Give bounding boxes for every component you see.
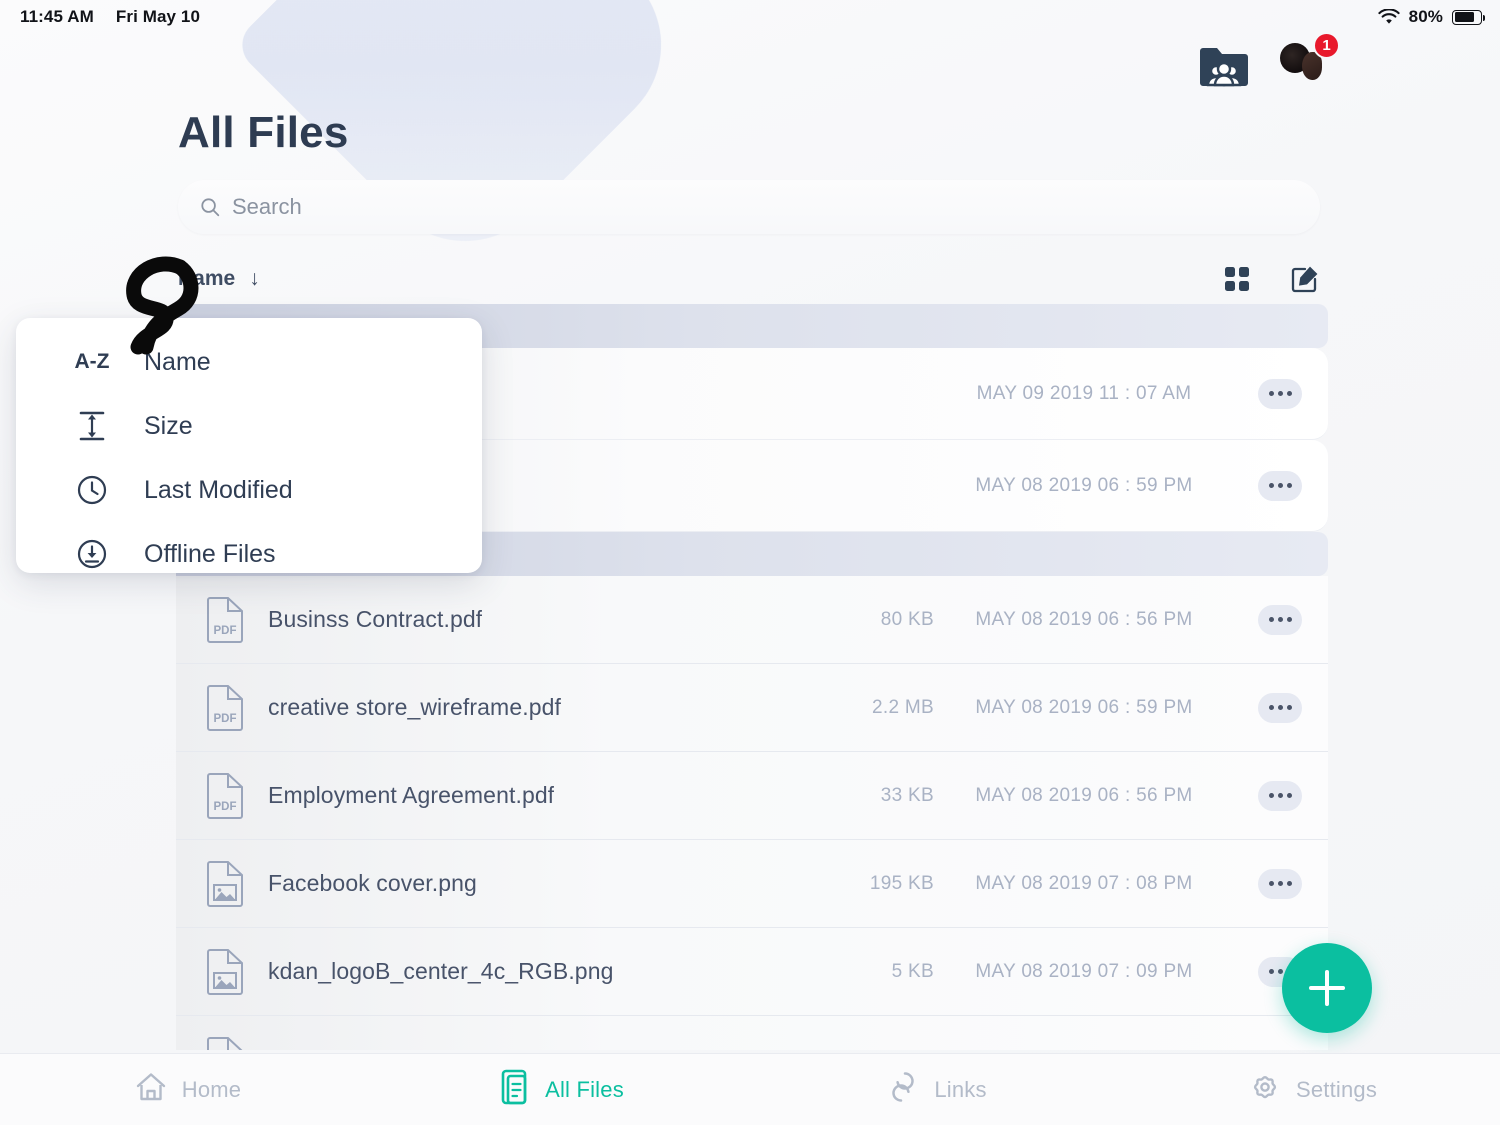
tab-settings[interactable]: Settings — [1125, 1054, 1500, 1125]
table-row[interactable]: PDF creative store_wireframe.pdf 2.2 MB … — [176, 664, 1328, 752]
status-date: Fri May 10 — [115, 7, 201, 26]
notification-badge: 1 — [1313, 32, 1340, 59]
status-bar: 11:45 AM Fri May 10 80% — [0, 0, 1500, 34]
tab-label: Links — [934, 1076, 987, 1102]
size-arrows-icon — [72, 410, 112, 442]
file-size: 80 KB — [880, 608, 934, 630]
file-size: 33 KB — [880, 784, 934, 806]
file-date: MAY 08 2019 06 : 56 PM — [975, 608, 1193, 630]
more-options-icon[interactable] — [1258, 868, 1302, 899]
link-icon — [888, 1069, 920, 1110]
tab-label: Home — [181, 1076, 242, 1102]
sort-label: Name — [178, 267, 236, 290]
sort-button[interactable]: Name ↓ — [178, 267, 260, 291]
file-date: MAY 08 2019 06 : 59 PM — [975, 696, 1193, 718]
file-name: Businss Contract.pdf — [268, 606, 483, 632]
file-date: MAY 09 2019 11 : 07 AM — [976, 382, 1192, 404]
files-icon — [501, 1069, 531, 1110]
file-icon — [206, 1036, 244, 1050]
pdf-file-icon: PDF — [206, 596, 244, 643]
svg-text:PDF: PDF — [214, 713, 237, 725]
gear-icon — [1248, 1070, 1282, 1109]
table-row[interactable]: PDF Employment Agreement.pdf 33 KB MAY 0… — [176, 752, 1328, 840]
search-input[interactable] — [232, 194, 1298, 220]
more-options-icon[interactable] — [1258, 378, 1302, 409]
arrow-down-icon: ↓ — [249, 267, 260, 290]
table-row[interactable]: Facebook cover.png 195 KB MAY 08 2019 07… — [176, 840, 1328, 928]
file-size: 5 KB — [891, 960, 934, 982]
svg-text:PDF: PDF — [214, 625, 237, 637]
page-title: All Files — [178, 108, 349, 157]
home-icon — [134, 1070, 168, 1109]
list-header-bar: Name ↓ — [178, 256, 1320, 302]
more-options-icon[interactable] — [1258, 780, 1302, 811]
sort-menu-item-label: Offline Files — [144, 539, 276, 568]
grid-view-icon[interactable] — [1224, 266, 1250, 292]
bottom-nav: Home All Files Links Settings — [0, 1053, 1500, 1125]
sort-menu-item-name[interactable]: A-Z Name — [16, 330, 482, 394]
sort-menu: A-Z Name Size Last Modified Offline File… — [16, 318, 482, 573]
image-file-icon — [206, 860, 244, 907]
more-options-icon[interactable] — [1258, 692, 1302, 723]
table-row[interactable]: kdan_logoB_center_4c_RGB.png 5 KB MAY 08… — [176, 928, 1328, 1016]
header-actions: 1 — [1198, 32, 1340, 94]
search-icon — [200, 197, 220, 217]
more-options-icon[interactable] — [1258, 470, 1302, 501]
battery-percent: 80% — [1408, 7, 1443, 26]
pdf-file-icon: PDF — [206, 772, 244, 819]
avatar[interactable]: 1 — [1276, 32, 1340, 94]
file-name: Facebook cover.png — [268, 870, 477, 896]
add-button[interactable] — [1282, 943, 1372, 1033]
tab-label: Settings — [1295, 1076, 1378, 1102]
svg-text:PDF: PDF — [214, 801, 237, 813]
table-row[interactable] — [176, 1016, 1328, 1050]
tab-home[interactable]: Home — [0, 1054, 375, 1125]
sort-menu-item-label: Name — [144, 347, 211, 376]
search-bar[interactable] — [178, 180, 1320, 234]
sort-menu-item-label: Last Modified — [144, 475, 293, 504]
app-root: 11:45 AM Fri May 10 80% 1 All Files Sear… — [0, 0, 1500, 1125]
file-date: MAY 08 2019 07 : 09 PM — [975, 960, 1193, 982]
status-time: 11:45 AM — [20, 7, 94, 26]
a-z-icon: A-Z — [74, 350, 110, 373]
image-file-icon — [206, 948, 244, 995]
download-circle-icon — [72, 539, 112, 569]
sort-menu-item-size[interactable]: Size — [16, 394, 482, 458]
file-size: 2.2 MB — [872, 696, 934, 718]
wifi-icon — [1378, 8, 1400, 25]
file-name: kdan_logoB_center_4c_RGB.png — [268, 958, 614, 984]
tab-label: All Files — [545, 1076, 624, 1102]
battery-icon — [1452, 9, 1486, 25]
more-options-icon[interactable] — [1258, 604, 1302, 635]
sort-menu-item-last-modified[interactable]: Last Modified — [16, 458, 482, 522]
file-date: MAY 08 2019 06 : 56 PM — [975, 784, 1193, 806]
pdf-file-icon: PDF — [206, 684, 244, 731]
table-row[interactable]: PDF Businss Contract.pdf 80 KB MAY 08 20… — [176, 576, 1328, 664]
tab-all-files[interactable]: All Files — [375, 1054, 750, 1125]
file-size: 195 KB — [869, 872, 934, 894]
file-name: creative store_wireframe.pdf — [268, 694, 561, 720]
file-date: MAY 08 2019 07 : 08 PM — [975, 872, 1193, 894]
shared-folder-icon[interactable] — [1198, 43, 1250, 89]
tab-links[interactable]: Links — [750, 1054, 1125, 1125]
file-name: Employment Agreement.pdf — [268, 782, 555, 808]
clock-icon — [72, 475, 112, 505]
sort-menu-item-offline-files[interactable]: Offline Files — [16, 522, 482, 586]
sort-menu-item-label: Size — [144, 411, 193, 440]
file-date: MAY 08 2019 06 : 59 PM — [975, 474, 1193, 496]
edit-compose-icon[interactable] — [1290, 264, 1320, 294]
